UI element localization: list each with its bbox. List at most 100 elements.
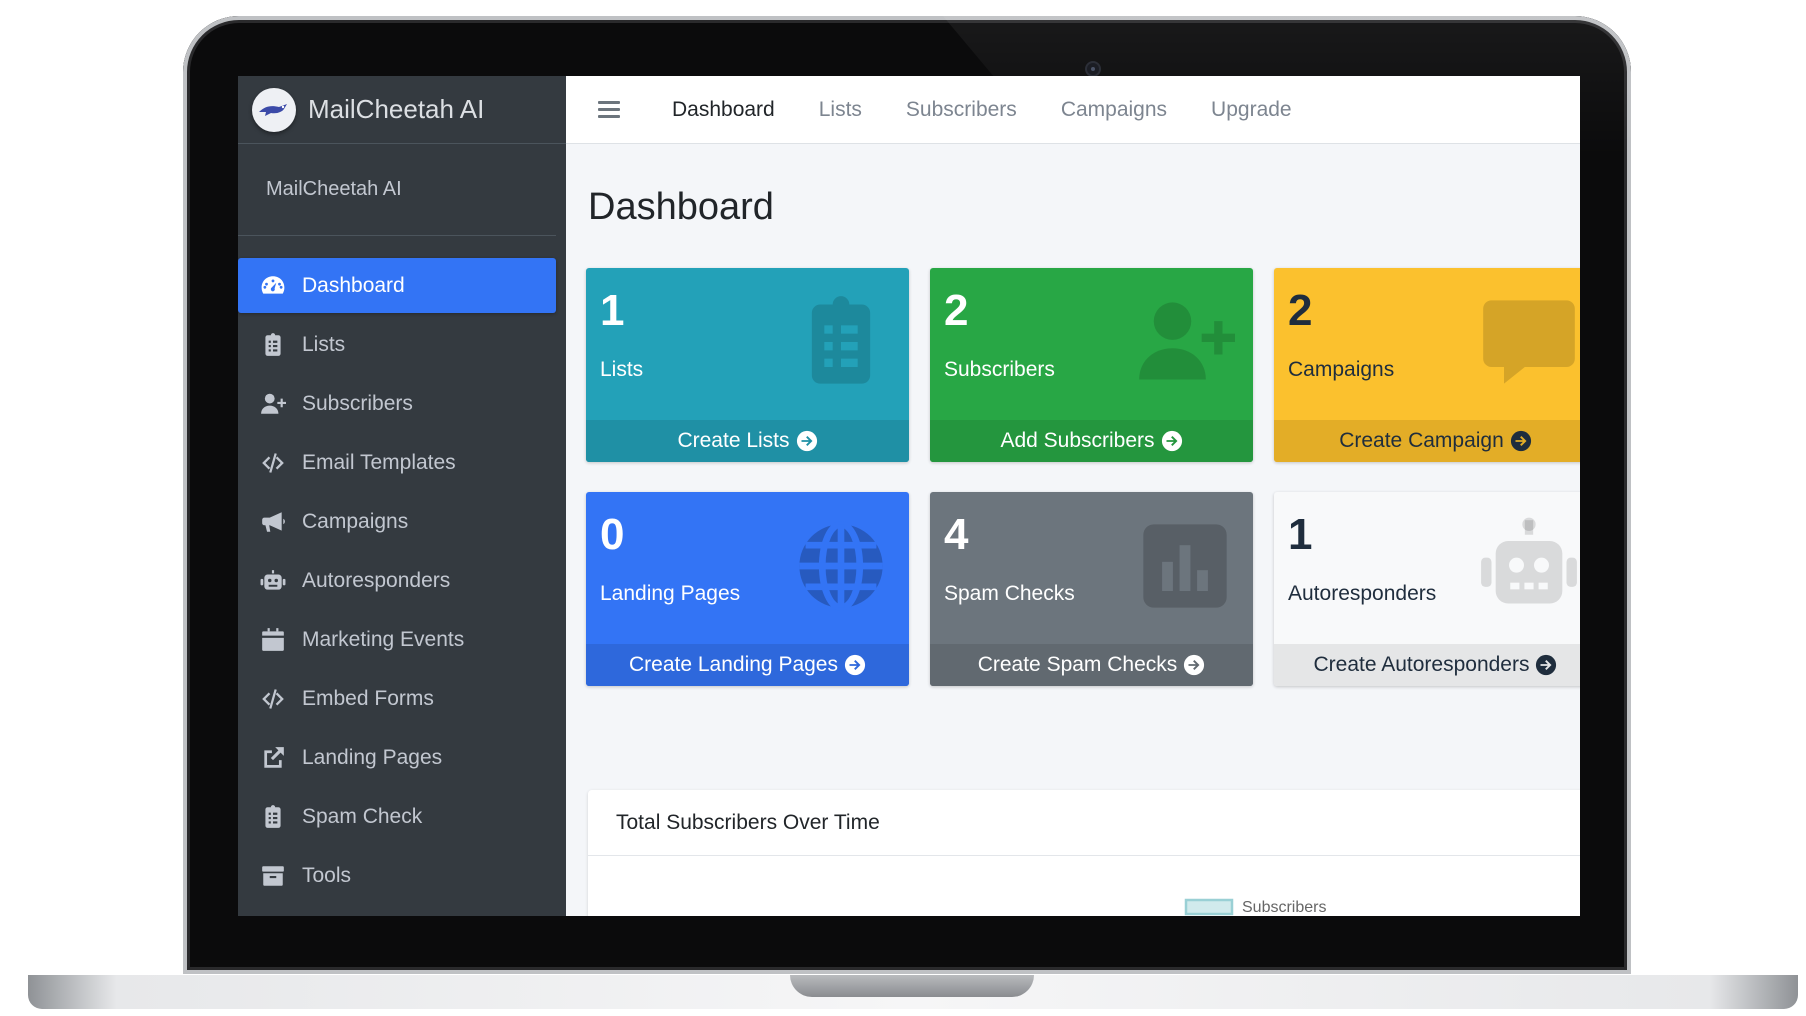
sidebar-item-lists[interactable]: Lists — [238, 317, 556, 372]
footer-label: Create Lists — [677, 429, 790, 452]
sidebar-item-label: Subscribers — [302, 391, 413, 415]
sidebar-item-dashboard[interactable]: Dashboard — [238, 258, 556, 313]
footer-label: Create Campaign — [1339, 429, 1504, 452]
sidebar-item-label: Autoresponders — [302, 568, 451, 592]
sidebar-item-label: Landing Pages — [302, 745, 443, 769]
stat-box-autoresponders: 1 Autoresponders Create Autoresponders — [1274, 492, 1580, 686]
clipboard-list-icon — [258, 804, 288, 830]
create-landing-pages-link[interactable]: Create Landing Pages — [586, 644, 909, 686]
stat-label: Landing Pages — [600, 582, 741, 605]
stat-box-subscribers: 2 Subscribers Add Subscribers — [930, 268, 1253, 462]
sidebar-item-spam-check[interactable]: Spam Check — [238, 789, 556, 844]
arrow-circle-right-icon — [1161, 430, 1183, 452]
legend-label: Subscribers — [1242, 899, 1326, 916]
sidebar-item-tools[interactable]: Tools — [238, 848, 556, 903]
sidebar-item-marketing-events[interactable]: Marketing Events — [238, 612, 556, 667]
stat-box-spam-checks: 4 Spam Checks Create Spam Checks — [930, 492, 1253, 686]
card-title: Total Subscribers Over Time — [588, 790, 1580, 856]
stat-count: 2 — [1288, 286, 1313, 335]
create-autoresponders-link[interactable]: Create Autoresponders — [1274, 644, 1580, 686]
stat-box-campaigns: 2 Campaigns Create Campaign — [1274, 268, 1580, 462]
topnav-subscribers[interactable]: Subscribers — [906, 98, 1017, 122]
arrow-circle-right-icon — [844, 654, 866, 676]
laptop-notch — [790, 975, 1034, 997]
sidebar-item-label: Embed Forms — [302, 686, 434, 710]
sidebar-item-campaigns[interactable]: Campaigns — [238, 494, 556, 549]
legend-swatch — [1184, 898, 1234, 916]
subscribers-chart-card: Total Subscribers Over Time Subscribers 3… — [588, 790, 1580, 916]
arrow-circle-right-icon — [1535, 654, 1557, 676]
code-icon — [258, 450, 288, 476]
page-title: Dashboard — [588, 186, 774, 228]
hamburger-menu-icon[interactable] — [598, 97, 620, 122]
tachometer-icon — [258, 273, 288, 299]
create-spam-checks-link[interactable]: Create Spam Checks — [930, 644, 1253, 686]
bullhorn-icon — [258, 509, 288, 535]
subscribers-line-chart: Subscribers3.02.8 — [623, 898, 1326, 916]
stat-label: Spam Checks — [944, 582, 1075, 605]
sidebar-item-email-templates[interactable]: Email Templates — [238, 435, 556, 490]
app-screen: MailCheetah AI MailCheetah AI Dashboard … — [238, 76, 1580, 916]
topnav-campaigns[interactable]: Campaigns — [1061, 98, 1167, 122]
sidebar: MailCheetah AI MailCheetah AI Dashboard … — [238, 76, 566, 916]
sidebar-item-embed-forms[interactable]: Embed Forms — [238, 671, 556, 726]
chart-bar-icon — [1135, 516, 1235, 616]
arrow-circle-right-icon — [796, 430, 818, 452]
brand-name: MailCheetah AI — [308, 94, 485, 124]
stat-label: Autoresponders — [1288, 582, 1437, 605]
footer-label: Add Subscribers — [1000, 429, 1155, 452]
footer-label: Create Landing Pages — [629, 653, 838, 676]
topnav-lists[interactable]: Lists — [819, 98, 862, 122]
clipboard-list-icon — [258, 332, 288, 358]
archive-icon — [258, 863, 288, 889]
user-name: MailCheetah AI — [266, 178, 402, 200]
create-campaign-link[interactable]: Create Campaign — [1274, 420, 1580, 462]
sidebar-item-landing-pages[interactable]: Landing Pages — [238, 730, 556, 785]
robot-icon — [258, 568, 288, 594]
brand-link[interactable]: MailCheetah AI — [238, 76, 566, 144]
add-subscribers-link[interactable]: Add Subscribers — [930, 420, 1253, 462]
stat-count: 1 — [600, 286, 625, 335]
arrow-circle-right-icon — [1183, 654, 1205, 676]
stat-box-landing-pages: 0 Landing Pages Create Landing Pages — [586, 492, 909, 686]
sidebar-item-label: Marketing Events — [302, 627, 465, 651]
sidebar-nav: Dashboard Lists Subscribers Email Templa… — [238, 258, 566, 903]
sidebar-item-label: Campaigns — [302, 509, 409, 533]
main-content: Dashboard 1 Lists Create Lists 2 Subscri… — [566, 144, 1580, 916]
arrow-circle-right-icon — [1510, 430, 1532, 452]
stat-count: 2 — [944, 286, 969, 335]
create-lists-link[interactable]: Create Lists — [586, 420, 909, 462]
topnav-upgrade[interactable]: Upgrade — [1211, 98, 1292, 122]
user-plus-icon — [1135, 292, 1235, 392]
y-tick-label: 3.0 — [623, 914, 644, 916]
robot-icon — [1479, 516, 1579, 616]
stat-count: 4 — [944, 510, 969, 559]
calendar-icon — [258, 627, 288, 653]
sidebar-item-label: Dashboard — [302, 273, 405, 297]
user-panel[interactable]: MailCheetah AI — [238, 144, 556, 236]
sidebar-item-label: Spam Check — [302, 804, 423, 828]
sidebar-item-subscribers[interactable]: Subscribers — [238, 376, 556, 431]
stat-label: Campaigns — [1288, 358, 1395, 381]
stat-label: Lists — [600, 358, 644, 381]
stat-label: Subscribers — [944, 358, 1055, 381]
footer-label: Create Autoresponders — [1313, 653, 1530, 676]
sidebar-item-label: Tools — [302, 863, 352, 887]
code-icon — [258, 686, 288, 712]
clipboard-list-icon — [791, 292, 891, 392]
sidebar-item-label: Lists — [302, 332, 346, 356]
user-plus-icon — [258, 391, 288, 417]
topnav-dashboard[interactable]: Dashboard — [672, 98, 775, 122]
sidebar-item-label: Email Templates — [302, 450, 456, 474]
brand-logo-icon — [252, 87, 296, 132]
comment-icon — [1479, 292, 1579, 392]
external-link-icon — [258, 745, 288, 771]
globe-icon — [791, 516, 891, 616]
stat-count: 1 — [1288, 510, 1313, 559]
webcam — [1087, 63, 1099, 75]
stat-box-lists: 1 Lists Create Lists — [586, 268, 909, 462]
stat-count: 0 — [600, 510, 625, 559]
top-navbar: Dashboard Lists Subscribers Campaigns Up… — [566, 76, 1580, 144]
sidebar-item-autoresponders[interactable]: Autoresponders — [238, 553, 556, 608]
footer-label: Create Spam Checks — [977, 653, 1178, 676]
